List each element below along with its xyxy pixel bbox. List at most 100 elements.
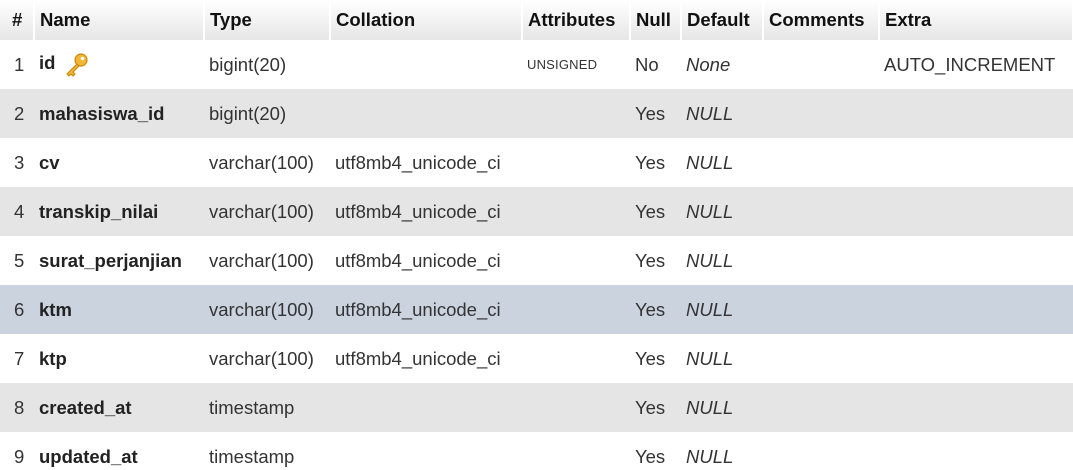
default-cell: None [686, 53, 731, 75]
collation-cell: utf8mb4_unicode_ci [335, 249, 501, 271]
null-cell: Yes [635, 102, 666, 124]
column-name-cell: id [34, 40, 204, 89]
comments-cell [763, 236, 879, 285]
column-header-default[interactable]: Default [681, 0, 764, 40]
extra-cell [879, 285, 1073, 334]
null-cell: Yes [635, 298, 666, 320]
attributes-cell [522, 432, 630, 470]
column-name: updated_at [39, 445, 138, 467]
comments-cell [763, 138, 879, 187]
column-header-type[interactable]: Type [204, 0, 331, 40]
row-number: 7 [14, 347, 25, 369]
attributes-cell [522, 89, 630, 138]
table-row[interactable]: 2 mahasiswa_id bigint(20) Yes NULL [0, 89, 1073, 138]
column-name: surat_perjanjian [39, 249, 182, 271]
attributes-cell [522, 187, 630, 236]
type-cell: varchar(100) [209, 347, 314, 369]
null-cell: Yes [635, 151, 666, 173]
table-header-row: # Name Type Collation Attributes Null De… [0, 0, 1073, 40]
attributes-cell: UNSIGNED [527, 57, 598, 72]
default-cell: NULL [686, 396, 734, 418]
row-number: 2 [14, 102, 25, 124]
column-name: mahasiswa_id [39, 102, 165, 124]
row-number: 6 [14, 298, 25, 320]
row-number: 4 [14, 200, 25, 222]
collation-cell [330, 40, 522, 89]
extra-cell [879, 187, 1073, 236]
column-header-collation[interactable]: Collation [330, 0, 523, 40]
comments-cell [763, 187, 879, 236]
extra-cell [879, 432, 1073, 470]
comments-cell [763, 334, 879, 383]
comments-cell [763, 383, 879, 432]
table-row[interactable]: 3 cv varchar(100) utf8mb4_unicode_ci Yes… [0, 138, 1073, 187]
extra-cell [879, 334, 1073, 383]
column-name: id [39, 52, 56, 74]
null-cell: Yes [635, 200, 666, 222]
column-header-null[interactable]: Null [630, 0, 682, 40]
type-cell: varchar(100) [209, 151, 314, 173]
row-number: 1 [14, 53, 25, 75]
column-header-num: # [0, 0, 35, 40]
table-row-highlighted[interactable]: 6 ktm varchar(100) utf8mb4_unicode_ci Ye… [0, 285, 1073, 334]
collation-cell [330, 383, 522, 432]
column-header-extra[interactable]: Extra [879, 0, 1073, 40]
default-cell: NULL [686, 298, 734, 320]
comments-cell [763, 285, 879, 334]
collation-cell [330, 432, 522, 470]
column-name: ktm [39, 298, 72, 320]
default-cell: NULL [686, 200, 734, 222]
null-cell: Yes [635, 445, 666, 467]
row-number: 3 [14, 151, 25, 173]
comments-cell [763, 432, 879, 470]
type-cell: bigint(20) [209, 53, 287, 75]
column-name: cv [39, 151, 60, 173]
column-name: ktp [39, 347, 67, 369]
attributes-cell [522, 285, 630, 334]
row-number: 9 [14, 445, 25, 467]
type-cell: varchar(100) [209, 249, 314, 271]
collation-cell: utf8mb4_unicode_ci [335, 151, 501, 173]
column-header-comments[interactable]: Comments [763, 0, 880, 40]
collation-cell: utf8mb4_unicode_ci [335, 200, 501, 222]
type-cell: timestamp [209, 396, 295, 418]
comments-cell [763, 40, 879, 89]
table-row[interactable]: 7 ktp varchar(100) utf8mb4_unicode_ci Ye… [0, 334, 1073, 383]
column-name: created_at [39, 396, 132, 418]
collation-cell [330, 89, 522, 138]
null-cell: No [635, 53, 659, 75]
null-cell: Yes [635, 249, 666, 271]
column-name: transkip_nilai [39, 200, 159, 222]
collation-cell: utf8mb4_unicode_ci [335, 347, 501, 369]
default-cell: NULL [686, 445, 734, 467]
table-row[interactable]: 5 surat_perjanjian varchar(100) utf8mb4_… [0, 236, 1073, 285]
extra-cell [879, 138, 1073, 187]
key-icon [66, 52, 89, 77]
default-cell: NULL [686, 102, 734, 124]
comments-cell [763, 89, 879, 138]
attributes-cell [522, 334, 630, 383]
collation-cell: utf8mb4_unicode_ci [335, 298, 501, 320]
table-row[interactable]: 4 transkip_nilai varchar(100) utf8mb4_un… [0, 187, 1073, 236]
table-row[interactable]: 9 updated_at timestamp Yes NULL [0, 432, 1073, 470]
column-header-attributes[interactable]: Attributes [522, 0, 631, 40]
table-row[interactable]: 1 id bigint(20) UNSIGNED No None AUTO_IN… [0, 40, 1073, 89]
table-structure-view: # Name Type Collation Attributes Null De… [0, 0, 1073, 470]
extra-cell [879, 383, 1073, 432]
type-cell: varchar(100) [209, 200, 314, 222]
row-number: 8 [14, 396, 25, 418]
type-cell: timestamp [209, 445, 295, 467]
default-cell: NULL [686, 347, 734, 369]
attributes-cell [522, 383, 630, 432]
extra-cell [879, 89, 1073, 138]
null-cell: Yes [635, 347, 666, 369]
column-header-name[interactable]: Name [34, 0, 205, 40]
row-number: 5 [14, 249, 25, 271]
attributes-cell [522, 236, 630, 285]
table-row[interactable]: 8 created_at timestamp Yes NULL [0, 383, 1073, 432]
default-cell: NULL [686, 249, 734, 271]
structure-table: # Name Type Collation Attributes Null De… [0, 0, 1073, 470]
extra-cell [879, 236, 1073, 285]
default-cell: NULL [686, 151, 734, 173]
type-cell: varchar(100) [209, 298, 314, 320]
